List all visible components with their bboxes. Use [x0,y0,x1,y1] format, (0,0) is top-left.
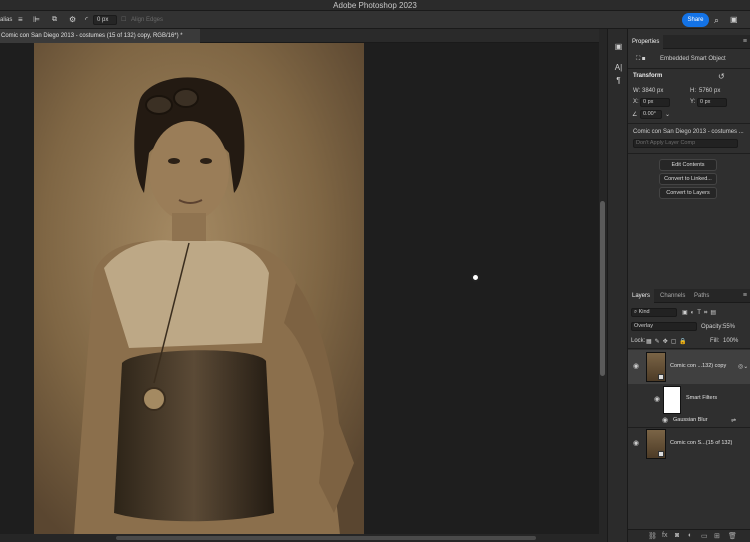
horizontal-scroll-thumb[interactable] [116,536,536,540]
convert-to-layers-button[interactable]: Convert to Layers [659,187,717,199]
app-title: Adobe Photoshop 2023 [333,1,417,10]
layer-filter-icons[interactable]: ▣◐T⌗▤ [682,309,719,317]
right-panels: Properties ≡ ⛶ ◼ Embedded Smart Object T… [628,29,750,542]
properties-tab-bar: Properties ≡ [628,35,750,49]
fill-label: Fill: [710,338,720,344]
layer-name[interactable]: Comic con S...(15 of 132) [670,440,732,446]
align-edges-checkbox[interactable]: ☐ [121,11,126,29]
divider [628,348,750,349]
document-image[interactable] [34,43,364,535]
smart-filters-eye-icon[interactable]: ◉ [654,395,660,403]
layer-comps-icon[interactable]: ▣ [613,41,624,52]
properties-menu-icon[interactable]: ≡ [743,38,747,45]
angle-input[interactable]: 0.00° [640,110,662,119]
menu-icon[interactable]: ≡ [18,11,23,29]
share-button[interactable]: Share [682,13,709,27]
height-value[interactable]: 5760 px [699,88,720,94]
gear-icon[interactable]: ⚙ [69,11,76,29]
smart-object-badge-icon [658,451,664,457]
layer-row-original[interactable]: ◉ Comic con S...(15 of 132) [628,427,750,461]
busy-cursor-icon [471,273,480,282]
y-input[interactable]: 0 px [697,98,727,107]
transform-heading: Transform [633,73,663,79]
align-edges-label: Align Edges [131,17,164,23]
fill-value[interactable]: 100% [723,338,738,344]
document-tab-bar: Comic con San Diego 2013 - costumes (15 … [0,29,599,43]
layer-row-gaussian-blur[interactable]: ◉ Gaussian Blur ⇌ [628,415,750,427]
options-bar: alias ≡ ⊫ ⧉ ⚙ ◜ 0 px ☐ Align Edges Share… [0,11,750,29]
layers-tab-bar: Layers Channels Paths ≡ [628,289,750,303]
tab-properties[interactable]: Properties [628,35,664,49]
layer-comp-select[interactable]: Don't Apply Layer Comp [633,139,738,148]
tab-layers[interactable]: Layers [628,289,655,303]
new-layer-icon[interactable]: ⊞ [714,532,720,540]
horizontal-scrollbar[interactable] [0,534,599,542]
portrait-illustration [34,43,364,535]
smart-filters-label: Smart Filters [686,395,718,401]
source-file-name: Comic con San Diego 2013 - costumes ... [633,129,744,135]
radius-input[interactable]: 0 px [93,15,117,25]
add-mask-icon[interactable]: ◙ [675,532,679,539]
document-tab[interactable]: Comic con San Diego 2013 - costumes (15 … [0,29,200,43]
reset-transform-icon[interactable]: ↺ [718,72,725,81]
trash-icon[interactable]: 🗑 [728,532,737,540]
visibility-eye-icon[interactable]: ◉ [633,439,639,447]
title-bar: Adobe Photoshop 2023 [0,0,750,11]
angle-dropdown-icon[interactable]: ⌄ [665,111,670,118]
link-layers-icon[interactable]: ⛓ [648,532,657,540]
visibility-eye-icon[interactable]: ◉ [633,362,639,370]
x-label: X: [633,99,639,105]
layers-bottom-toolbar: ⛓ fx ◙ ◐ ▭ ⊞ 🗑 [628,529,750,542]
layer-row-copy[interactable]: ◉ Comic con ...132) copy ◎⌄ [628,350,750,384]
layer-name[interactable]: Comic con ...132) copy [670,363,726,369]
convert-to-linked-button[interactable]: Convert to Linked... [659,173,717,185]
vertical-scroll-thumb[interactable] [600,201,605,376]
width-value[interactable]: 3840 px [642,88,663,94]
layer-thumbnail [646,429,666,459]
layer-filter-kind[interactable]: ⌕ Kind [631,308,677,317]
alias-label: alias [0,17,13,23]
panel-dock: ▣ A| ¶ [607,29,628,542]
gaussian-blur-eye-icon[interactable]: ◉ [662,416,668,424]
new-group-icon[interactable]: ▭ [701,532,708,540]
y-label: Y: [690,99,696,105]
filter-options-icon[interactable]: ⇌ [731,417,736,424]
corner-radius-icon: ◜ [85,15,89,24]
character-icon[interactable]: A| [613,62,624,73]
height-label: H: [690,88,696,94]
vertical-scrollbar[interactable] [599,29,607,542]
canvas-area[interactable] [0,43,599,542]
divider [628,68,750,69]
divider [628,153,750,154]
adjustment-layer-icon[interactable]: ◐ [688,532,692,539]
edit-contents-button[interactable]: Edit Contents [659,159,717,171]
filter-kind-label: Kind [638,309,650,315]
search-icon[interactable]: ⌕ [714,11,719,29]
gaussian-blur-label: Gaussian Blur [673,417,708,423]
lock-label: Lock: [631,338,646,344]
layers-menu-icon[interactable]: ≡ [743,292,747,299]
smart-object-icon: ⛶ ◼ [636,56,646,62]
smart-object-badge-icon [658,374,664,380]
workspace-icon[interactable]: ▣ [730,11,738,29]
paragraph-icon[interactable]: ¶ [613,75,624,86]
angle-icon: ∠ [632,112,638,118]
layer-thumbnail [646,352,666,382]
width-label: W: [633,88,641,94]
align-left-icon[interactable]: ⊫ [33,11,40,29]
layer-row-smart-filters[interactable]: ◉ Smart Filters [628,384,750,416]
opacity-label: Opacity: [701,324,724,330]
x-input[interactable]: 0 px [640,98,670,107]
fx-icon[interactable]: fx [662,532,667,539]
tab-channels[interactable]: Channels [660,289,685,303]
lock-icons[interactable]: ▦✎✥▢🔒 [646,338,690,345]
blend-mode-select[interactable]: Overlay [631,322,697,331]
object-type-label: Embedded Smart Object [660,56,726,62]
path-arrangement-icon[interactable]: ⧉ [52,11,57,29]
divider [628,123,750,124]
smart-filter-badge-icon: ◎⌄ [738,364,749,370]
filter-mask-thumbnail[interactable] [663,386,681,414]
opacity-value[interactable]: 55% [723,324,735,330]
tab-paths[interactable]: Paths [694,289,709,303]
